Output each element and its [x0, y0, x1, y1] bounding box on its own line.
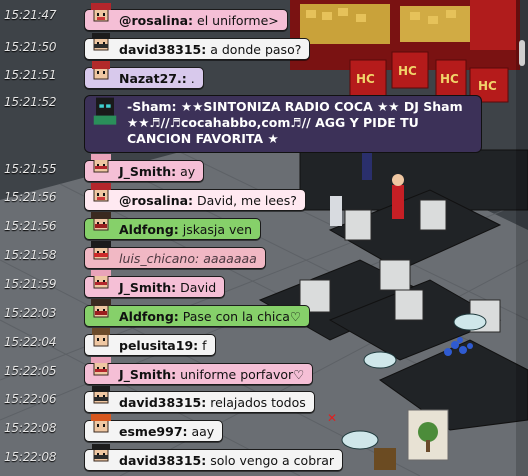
- chat-message: aaaaaaa: [199, 251, 257, 266]
- user-avatar-icon[interactable]: [85, 1, 117, 31]
- user-avatar-icon[interactable]: [85, 441, 117, 471]
- user-avatar-icon[interactable]: [85, 152, 117, 182]
- chat-bubble[interactable]: david38315: relajados todos: [84, 386, 315, 413]
- chat-timestamp: 15:21:56: [4, 190, 57, 204]
- user-avatar-icon[interactable]: [87, 90, 123, 130]
- user-avatar-icon[interactable]: [85, 297, 117, 327]
- user-avatar-icon[interactable]: [85, 383, 117, 413]
- chat-username[interactable]: david38315:: [119, 453, 206, 468]
- chat-timestamp: 15:21:59: [4, 277, 57, 291]
- user-avatar-icon[interactable]: [85, 59, 117, 89]
- chat-bubble[interactable]: david38315: a donde paso?: [84, 33, 311, 60]
- chat-bubble[interactable]: david38315: solo vengo a cobrar: [84, 444, 344, 471]
- chat-username[interactable]: J_Smith:: [119, 367, 176, 382]
- room-sign: HC: [478, 79, 497, 93]
- chat-bubble[interactable]: J_Smith: uniforme porfavor♡: [84, 357, 314, 385]
- chat-message: el uniforme>: [193, 13, 279, 28]
- user-avatar-icon[interactable]: [85, 30, 117, 60]
- chat-timestamp: 15:22:04: [4, 335, 57, 349]
- chat-message: ★★SINTONIZA RADIO COCA ★★ DJ Sham ★★♬//♬…: [127, 99, 463, 146]
- room-sign: HC: [398, 64, 417, 78]
- chat-message: Pase con la chica♡: [178, 309, 302, 324]
- scrollbar-thumb[interactable]: [519, 40, 525, 66]
- chat-timestamp: 15:22:08: [4, 421, 57, 435]
- user-avatar-icon[interactable]: [85, 181, 117, 211]
- room-sign: HC: [356, 72, 375, 86]
- chat-username[interactable]: Aldfong:: [119, 222, 179, 237]
- chat-bubble[interactable]: Aldfong: Pase con la chica♡: [84, 299, 311, 327]
- chat-message: .: [186, 71, 195, 86]
- chat-timestamp: 15:22:05: [4, 364, 57, 378]
- chat-bubble[interactable]: J_Smith: David: [84, 270, 226, 298]
- chat-timestamp: 15:22:08: [4, 450, 57, 464]
- chat-bubble[interactable]: @rosalina: el uniforme>: [84, 3, 288, 31]
- chat-message: jskasja ven: [178, 222, 253, 237]
- chat-timestamp: 15:22:06: [4, 392, 57, 406]
- user-avatar-icon[interactable]: [85, 268, 117, 298]
- chat-bubble[interactable]: esme997: aay: [84, 414, 224, 442]
- chat-username[interactable]: david38315:: [119, 395, 206, 410]
- chat-username[interactable]: Nazat27.:: [119, 71, 187, 86]
- user-avatar-icon[interactable]: [85, 355, 117, 385]
- chat-bubble[interactable]: pelusita19: f: [84, 328, 216, 356]
- chat-message: aay: [187, 424, 215, 439]
- chat-bubble[interactable]: @rosalina: David, me lees?: [84, 183, 306, 211]
- chat-timestamp: 15:21:56: [4, 219, 57, 233]
- chat-timestamp: 15:21:55: [4, 162, 57, 176]
- chat-message: uniforme porfavor♡: [176, 367, 305, 382]
- chat-message: solo vengo a cobrar: [206, 453, 335, 468]
- chat-message: f: [198, 338, 207, 353]
- chat-username[interactable]: david38315:: [119, 42, 206, 57]
- chat-username[interactable]: -Sham:: [127, 99, 177, 114]
- chat-message: relajados todos: [206, 395, 306, 410]
- chat-timestamp: 15:21:51: [4, 68, 57, 82]
- chat-bubble[interactable]: Aldfong: jskasja ven: [84, 212, 262, 240]
- chat-message: a donde paso?: [206, 42, 302, 57]
- chat-username[interactable]: esme997:: [119, 424, 188, 439]
- chat-username[interactable]: @rosalina:: [119, 193, 193, 208]
- chat-message: David: [176, 280, 217, 295]
- chat-username[interactable]: pelusita19:: [119, 338, 198, 353]
- chat-bubble[interactable]: luis_chicano: aaaaaaa: [84, 241, 266, 269]
- user-avatar-icon[interactable]: [85, 412, 117, 442]
- chat-message: David, me lees?: [193, 193, 297, 208]
- svg-text:✕: ✕: [327, 411, 337, 425]
- chat-timestamp: 15:21:50: [4, 40, 57, 54]
- chat-bubble[interactable]: Nazat27.: .: [84, 61, 204, 89]
- chat-bubble[interactable]: J_Smith: ay: [84, 154, 205, 182]
- chat-bubble-broadcast[interactable]: -Sham: ★★SINTONIZA RADIO COCA ★★ DJ Sham…: [84, 95, 482, 153]
- chat-timestamp: 15:22:03: [4, 306, 57, 320]
- user-avatar-icon[interactable]: [85, 239, 117, 269]
- chat-username[interactable]: Aldfong:: [119, 309, 179, 324]
- chat-scrollbar[interactable]: [516, 0, 528, 476]
- chat-username[interactable]: @rosalina:: [119, 13, 193, 28]
- room-sign: HC: [440, 72, 459, 86]
- user-avatar-icon[interactable]: [85, 210, 117, 240]
- user-avatar-icon[interactable]: [85, 326, 117, 356]
- chat-username[interactable]: luis_chicano:: [119, 251, 199, 266]
- chat-message: ay: [176, 164, 196, 179]
- chat-username[interactable]: J_Smith:: [119, 280, 176, 295]
- chat-timestamp: 15:21:52: [4, 95, 57, 109]
- chat-timestamp: 15:21:58: [4, 248, 57, 262]
- chat-timestamp: 15:21:47: [4, 8, 57, 22]
- chat-username[interactable]: J_Smith:: [119, 164, 176, 179]
